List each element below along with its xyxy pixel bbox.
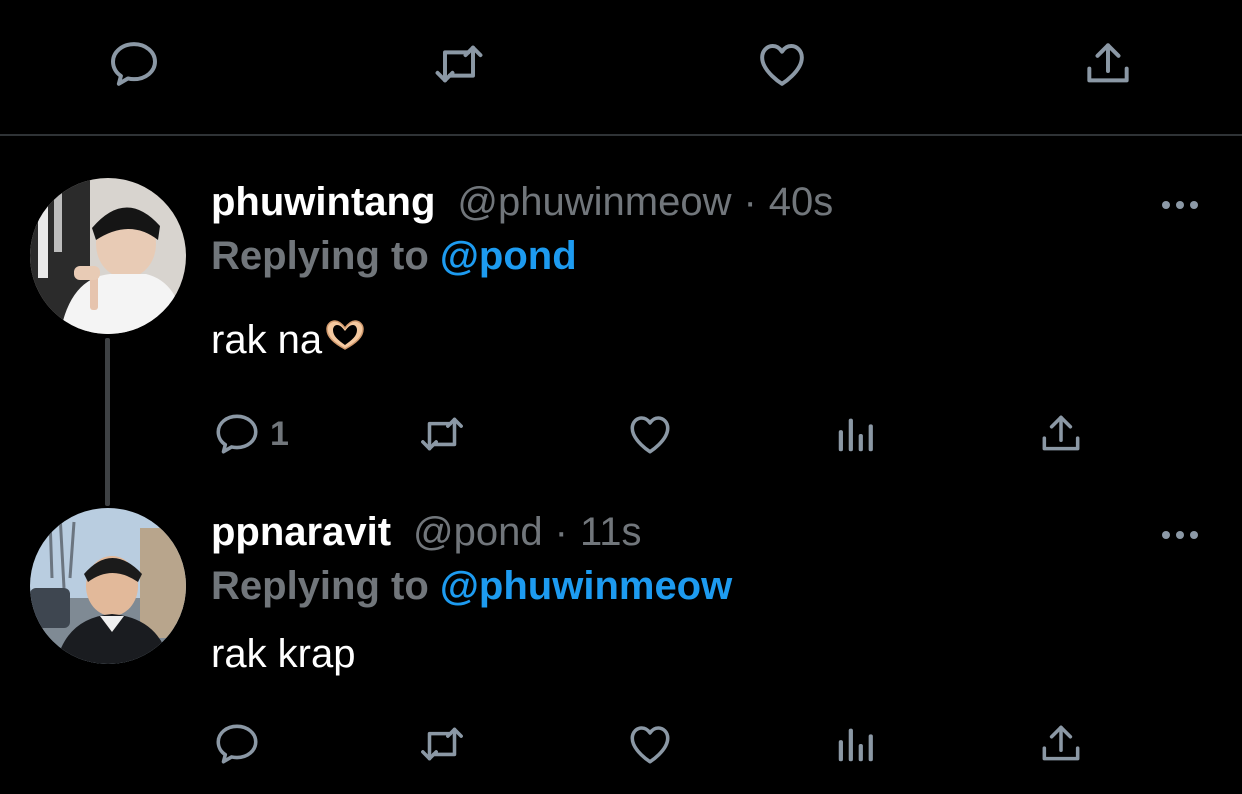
tweet-text-content: rak na: [211, 318, 323, 362]
reply-icon[interactable]: [106, 36, 162, 92]
avatar[interactable]: [30, 178, 186, 334]
reply-icon: [212, 719, 262, 769]
reply-button[interactable]: 1: [212, 406, 289, 462]
separator: ·: [743, 180, 757, 224]
display-name[interactable]: ppnaravit: [211, 510, 391, 555]
views-icon: [833, 409, 879, 459]
avatar[interactable]: [30, 508, 186, 664]
tweet-header: phuwintang @phuwinmeow · 40s: [211, 180, 833, 232]
reply-button[interactable]: [212, 716, 262, 772]
retweet-button[interactable]: [415, 406, 469, 462]
tweet-text: rak na: [211, 318, 366, 363]
replying-to-line: Replying to @pond: [211, 234, 577, 279]
replying-to-mention[interactable]: @phuwinmeow: [440, 564, 732, 608]
views-button[interactable]: [833, 716, 879, 772]
parent-tweet-action-bar: [0, 0, 1242, 136]
thread-connector-line: [105, 338, 110, 506]
like-icon: [625, 719, 675, 769]
retweet-button[interactable]: [415, 716, 469, 772]
views-button[interactable]: [833, 406, 879, 462]
separator: ·: [554, 510, 568, 554]
share-icon[interactable]: [1080, 36, 1136, 92]
like-icon[interactable]: [754, 36, 810, 92]
retweet-icon: [415, 409, 469, 459]
views-icon: [833, 719, 879, 769]
replying-to-line: Replying to @phuwinmeow: [211, 564, 732, 609]
handle[interactable]: @pond: [413, 510, 543, 555]
like-icon: [625, 409, 675, 459]
more-options-icon[interactable]: [1156, 520, 1204, 550]
like-button[interactable]: [625, 716, 675, 772]
tweet-text: rak krap: [211, 632, 356, 677]
retweet-icon: [415, 719, 469, 769]
share-icon: [1036, 409, 1086, 459]
replying-to-label: Replying to: [211, 234, 429, 278]
replying-to-mention[interactable]: @pond: [440, 234, 577, 278]
heart-hands-emoji: [324, 318, 366, 363]
timestamp[interactable]: 40s: [769, 180, 834, 225]
display-name[interactable]: phuwintang: [211, 180, 435, 225]
timestamp[interactable]: 11s: [580, 510, 642, 555]
share-button[interactable]: [1036, 406, 1086, 462]
tweet-header: ppnaravit @pond · 11s: [211, 510, 642, 562]
handle[interactable]: @phuwinmeow: [457, 180, 731, 225]
more-options-icon[interactable]: [1156, 190, 1204, 220]
share-icon: [1036, 719, 1086, 769]
reply-count: 1: [270, 414, 289, 453]
share-button[interactable]: [1036, 716, 1086, 772]
reply-icon: [212, 409, 262, 459]
tweet-text-content: rak krap: [211, 632, 356, 676]
retweet-icon[interactable]: [431, 36, 487, 92]
replying-to-label: Replying to: [211, 564, 429, 608]
like-button[interactable]: [625, 406, 675, 462]
